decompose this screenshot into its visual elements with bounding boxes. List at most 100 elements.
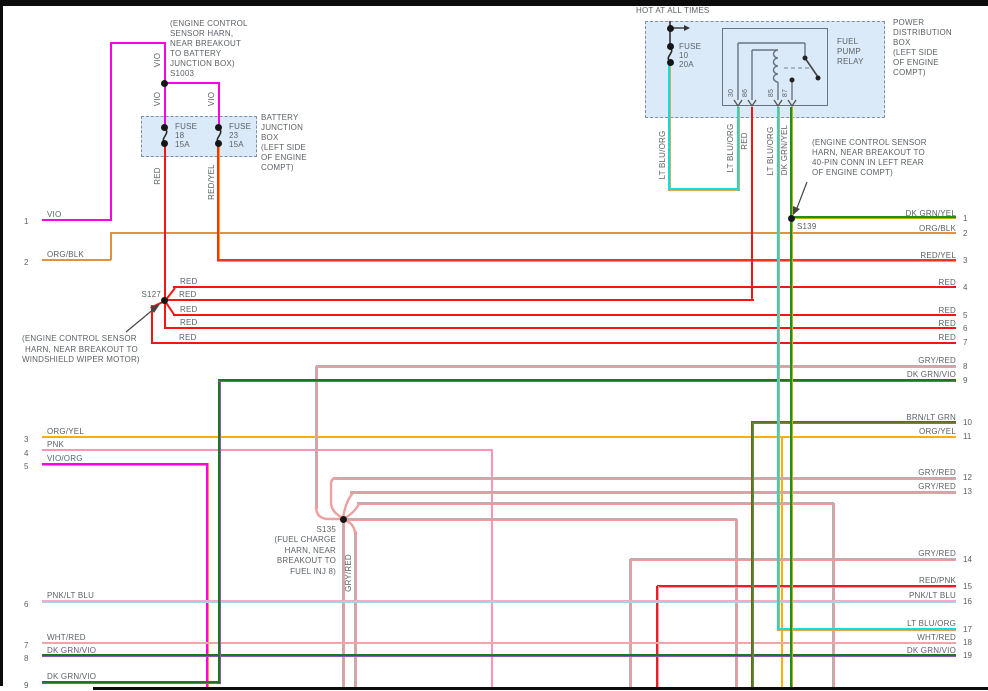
wire-dk-grn-vio <box>218 380 221 684</box>
right-pin-number: 19 <box>963 651 972 661</box>
wire-red <box>151 342 956 344</box>
s135-branch <box>343 493 353 518</box>
wire-label: RED <box>180 277 198 287</box>
wire-label: WHT/RED <box>47 633 86 643</box>
left-pin-number: 9 <box>24 681 28 691</box>
wire-vio <box>218 82 220 128</box>
left-pin-number: 6 <box>24 600 28 610</box>
wire-gry-red <box>629 559 632 687</box>
wire-label: VIO <box>47 210 61 220</box>
relay-pin-number: 30 <box>727 83 737 103</box>
wire-org-blk <box>110 232 112 260</box>
s139-note: OF ENGINE COMPT) <box>812 168 893 178</box>
fuse-terminal-dot <box>667 59 674 66</box>
wire-label: DK GRN/VIO <box>47 672 96 682</box>
wire-label: RED <box>850 319 956 329</box>
left-pin-number: 4 <box>24 449 28 459</box>
s1003-note: SENSOR HARN, <box>170 29 233 39</box>
s1003-note: (ENGINE CONTROL <box>170 19 248 29</box>
wire-label: ORG/YEL <box>850 427 956 437</box>
wire-gry-red <box>354 531 357 687</box>
s135-note: (FUEL CHARGE <box>236 535 336 545</box>
wire-label: ORG/YEL <box>47 427 84 437</box>
wire-label: PNK <box>47 440 64 450</box>
wire-label: DK GRN/VIO <box>850 646 956 656</box>
wire-pnk-lt-blu <box>42 600 956 603</box>
wire-pnk <box>491 449 493 687</box>
wire-label: BRN/LT GRN <box>850 413 956 423</box>
s127-note: (ENGINE CONTROL SENSOR <box>22 334 137 344</box>
relay-pin-number: 86 <box>741 83 751 103</box>
wire-org-yel <box>781 436 783 687</box>
s139-note: (ENGINE CONTROL SENSOR <box>812 138 927 148</box>
s135-note: BREAKOUT TO <box>236 556 336 566</box>
wire-gry-red <box>735 519 738 687</box>
right-pin-number: 18 <box>963 638 972 648</box>
wire-label-vertical: RED/YEL <box>207 147 217 217</box>
wire-lt-blu-org <box>668 62 671 191</box>
fuse-10-label: 20A <box>679 60 694 70</box>
pdb-label: DISTRIBUTION <box>893 28 952 38</box>
right-pin-number: 12 <box>963 473 972 483</box>
bjb-label: BATTERY <box>261 113 299 123</box>
left-pin-number: 7 <box>24 641 28 651</box>
wire-label: RED/YEL <box>850 251 956 261</box>
right-pin-number: 7 <box>963 338 967 348</box>
wire-label-vertical: RED <box>740 106 750 176</box>
right-pin-number: 9 <box>963 376 967 386</box>
wire-vio <box>110 42 112 221</box>
wire-label: ORG/BLK <box>850 224 956 234</box>
wire-label: WHT/RED <box>850 633 956 643</box>
wire-red <box>164 144 166 301</box>
wire-red-yel <box>217 144 220 262</box>
wire-label: RED <box>179 290 197 300</box>
pdb-label: COMPT) <box>893 68 926 78</box>
wiring-diagram: 1 VIO 2 ORG/BLK 3 ORG/YEL 4 PNK 5 VIO/OR… <box>0 0 988 691</box>
relay-name: PUMP <box>837 47 861 57</box>
wire-label: PNK/LT BLU <box>850 591 956 601</box>
wire-label: RED <box>850 333 956 343</box>
wire-label-vertical: VIO <box>153 64 163 134</box>
right-pin-number: 8 <box>963 362 967 372</box>
wire-label: RED <box>179 333 197 343</box>
wire-red <box>173 286 956 288</box>
right-pin-number: 13 <box>963 487 972 497</box>
s1003-note: TO BATTERY <box>170 49 221 59</box>
right-pin-number: 5 <box>963 311 967 321</box>
wire-label-vertical: DK GRN/YEL <box>780 115 790 185</box>
right-pin-number: 3 <box>963 256 967 266</box>
s139-name: S139 <box>797 222 816 232</box>
wire-dk-grn-yel <box>790 107 793 687</box>
splice-s127-dot <box>161 297 168 304</box>
right-pin-number: 10 <box>963 418 972 428</box>
wire-lt-blu-org <box>668 188 740 191</box>
pdb-label: POWER <box>893 18 924 28</box>
wire-label: LT BLU/ORG <box>850 619 956 629</box>
wire-gry-red <box>832 503 835 687</box>
wire-label: DK GRN/VIO <box>47 646 96 656</box>
s127-note: WINDSHIELD WIPER MOTOR) <box>22 355 140 365</box>
wire-label: GRY/RED <box>850 356 956 366</box>
wire-red <box>151 305 153 344</box>
left-pin-number: 1 <box>24 217 28 227</box>
s139-arrowhead-icon <box>793 206 800 215</box>
right-pin-number: 1 <box>963 214 967 224</box>
wire-red <box>164 299 754 301</box>
splice-s139-dot <box>788 215 795 222</box>
wire-label: DK GRN/YEL <box>850 209 956 219</box>
right-pin-number: 17 <box>963 625 972 635</box>
wire-label: GRY/RED <box>850 482 956 492</box>
wire-label-vertical: RED <box>153 141 163 211</box>
pdb-label: BOX <box>893 38 911 48</box>
right-pin-number: 2 <box>963 229 967 239</box>
s1003-note: S1003 <box>170 69 194 79</box>
wire-gry-red <box>357 502 834 505</box>
fuse-terminal-dot <box>667 43 674 50</box>
splice-s135-dot <box>340 516 347 523</box>
wire-label-vertical: LT BLU/ORG <box>726 113 736 183</box>
wire-gry-red <box>343 518 737 521</box>
right-pin-number: 15 <box>963 582 972 592</box>
left-pin-number: 2 <box>24 258 28 268</box>
wire-label: GRY/RED <box>850 549 956 559</box>
right-pin-number: 14 <box>963 555 972 565</box>
